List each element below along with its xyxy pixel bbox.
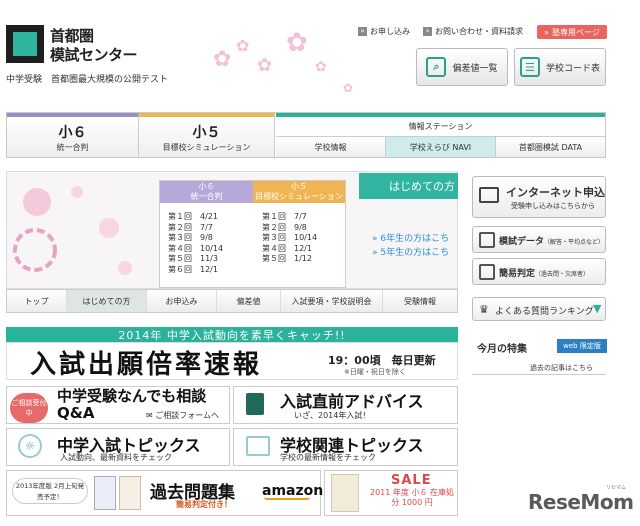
divider (472, 374, 606, 375)
sakura-petal-icon: ✿ (315, 59, 327, 75)
internet-apply-button[interactable]: インターネット申込 受験申し込みはこちらから (472, 176, 606, 218)
sale-title: SALE (391, 473, 432, 488)
bulb-icon: ☼ (18, 434, 42, 458)
juku-page-button[interactable]: » 塾専用ページ (537, 25, 607, 39)
sakura-petal-icon: ✿ (257, 55, 273, 76)
arrow-down-icon: ▼ (593, 302, 602, 315)
sakura-petal-icon: ✿ (343, 81, 354, 95)
banner-tabs: トップ はじめての方 お申込み 偏差値 入試要項・学校説明会 受験情報 (6, 289, 458, 313)
web-limited-badge: web 限定版 (557, 339, 607, 353)
sale-subtitle: 2011 年度 小６ 在庫処分 1000 円 (370, 488, 454, 507)
logo-text-line1[interactable]: 首都圏 (50, 25, 94, 46)
school-topics-subtitle: 学校の最新情報をチェック (280, 453, 376, 462)
btab-apply[interactable]: お申込み (147, 290, 217, 312)
computer-icon (479, 187, 499, 203)
consult-badge: ご相談受付中 (10, 393, 48, 423)
trend-strip: 2014年 中学入試動向を素早くキャッチ!! (6, 327, 458, 342)
info-station-header: 情報ステーション (276, 113, 605, 135)
grade6-link[interactable]: » 6年生の方はこち (372, 231, 458, 244)
btab-hensachi[interactable]: 偏差値 (217, 290, 281, 312)
schedule-grade5-header: 小５ 目標校シミュレーション (253, 181, 345, 203)
sakura-petal-icon: ✿ (286, 28, 308, 58)
arrow-square-icon: » (423, 27, 432, 36)
book-cover-icon (119, 476, 141, 510)
contact-link[interactable]: » お問い合わせ・資料請求 (423, 26, 523, 37)
tagline: 中学受験 首都圏最大規模の公開テスト (6, 75, 169, 85)
tab-school-navi[interactable]: 学校えらび NAVI (386, 136, 496, 157)
schedule-grade6-list: 第１回 4/21 第２回 7/7 第３回 9/8 第４回 10/14 第５回 1… (168, 212, 224, 274)
document-icon (479, 232, 495, 248)
book-release-badge: 2013年度版 2月上旬発売予定！ (12, 478, 88, 504)
book-cover-icon (94, 476, 116, 510)
sakura-petal-icon: ✿ (236, 36, 250, 55)
school-code-button[interactable]: ☰ 学校コード表 (514, 48, 606, 86)
kakomon-subtitle: 簡易判定付き！ (176, 500, 232, 509)
school-building-icon (246, 436, 270, 456)
grid-list-icon: ☰ (519, 57, 540, 77)
tab-school-info[interactable]: 学校情報 (276, 136, 386, 157)
exam-topics-subtitle: 入試動向、最新資料をチェック (60, 453, 172, 462)
btab-top[interactable]: トップ (7, 290, 67, 312)
logo-mark[interactable] (6, 25, 44, 63)
resemom-kana: リセマム (606, 485, 627, 491)
faq-ranking-button[interactable]: ♛ よくある質問ランキング ▼ (472, 297, 606, 321)
moshi-data-button[interactable]: 模試データ（解答・平均点など） (472, 226, 606, 253)
logo-text-line2[interactable]: 模試センター (50, 44, 138, 65)
hensachi-list-button[interactable]: ⌕ 偏差値一覧 (416, 48, 508, 86)
monthly-feature-title: 今月の特集 (477, 344, 527, 355)
schedule-grade5-list: 第１回 7/7 第２回 9/8 第３回 10/14 第４回 12/1 第５回 1… (262, 212, 318, 263)
advice-title[interactable]: 入試直前アドバイス (280, 388, 424, 412)
btab-requirements[interactable]: 入試要項・学校説明会 (281, 290, 383, 312)
grade5-link[interactable]: » 5年生の方はこち (372, 245, 458, 258)
tab-moshi-data[interactable]: 首都圏模試 DATA (496, 136, 605, 157)
sale-book-icon (331, 474, 359, 512)
advice-subtitle: いざ、2014年入試！ (294, 411, 371, 420)
sakura-petal-icon: ✿ (213, 47, 232, 72)
ratio-note: ※日曜・祝日を除く (344, 368, 406, 376)
btab-first-time[interactable]: はじめての方 (67, 290, 147, 312)
kani-hantei-button[interactable]: 簡易判定（過去問・欠席者） (472, 258, 606, 285)
tab-grade6[interactable]: 小６ 統一合判 (7, 113, 139, 157)
magnifier-icon: ⌕ (426, 57, 447, 77)
arrow-square-icon: » (358, 27, 367, 36)
tab-grade5[interactable]: 小５ 目標校シミュレーション (139, 113, 275, 157)
sakura-art (13, 186, 132, 275)
amazon-smile-icon (264, 497, 310, 500)
btab-exam-info[interactable]: 受験情報 (383, 290, 457, 312)
document-icon (479, 264, 495, 280)
apply-link[interactable]: » お申し込み (358, 26, 410, 37)
trophy-icon: ♛ (479, 303, 489, 316)
arrow-icon: » (544, 27, 550, 37)
consult-form-link[interactable]: ✉ ご相談フォームへ (146, 410, 219, 421)
resemom-watermark: ReseMom (528, 490, 634, 514)
advice-icon (246, 393, 264, 415)
ratio-update-time: 19：00頃 毎日更新 (328, 354, 436, 367)
ratio-bulletin-title[interactable]: 入試出願倍率速報 (30, 344, 262, 381)
past-articles-link[interactable]: 過去の記事はこちら (530, 363, 593, 373)
mail-icon: ✉ (146, 411, 153, 420)
first-time-banner[interactable]: はじめての方 (359, 173, 458, 199)
schedule-grade6-header: 小６ 統一合判 (160, 181, 253, 203)
